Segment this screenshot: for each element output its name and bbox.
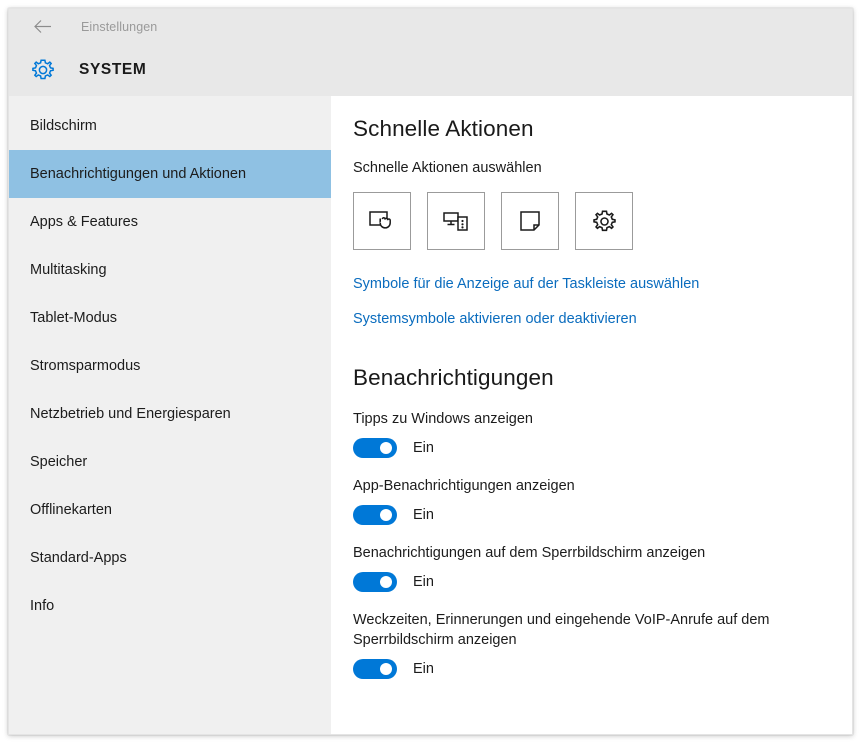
content-pane: Schnelle Aktionen Schnelle Aktionen ausw… [331, 96, 852, 734]
link-taskbar-icons[interactable]: Symbole für die Anzeige auf der Taskleis… [353, 276, 699, 292]
quick-action-tile-tablet-mode[interactable] [353, 192, 411, 250]
sidebar-item-label: Bildschirm [30, 118, 97, 134]
sidebar-item-netzbetrieb-und-energiesparen[interactable]: Netzbetrieb und Energiesparen [9, 390, 331, 438]
setting-label: Benachrichtigungen auf dem Sperrbildschi… [353, 545, 706, 561]
sidebar-item-offlinekarten[interactable]: Offlinekarten [9, 486, 331, 534]
toggle-state-label: Ein [413, 507, 434, 523]
tablet-mode-icon [367, 208, 397, 234]
toggle-app-notifications[interactable] [353, 505, 397, 525]
gear-icon [29, 56, 57, 84]
sidebar-item-apps-features[interactable]: Apps & Features [9, 198, 331, 246]
setting-alarms-reminders-voip: Weckzeiten, Erinnerungen und eingehende … [353, 610, 852, 679]
settings-window: Einstellungen SYSTEM Bildschirm Benachri… [8, 8, 853, 735]
sidebar-item-label: Standard-Apps [30, 550, 127, 566]
toggle-windows-tips[interactable] [353, 438, 397, 458]
window-body: Bildschirm Benachrichtigungen und Aktion… [9, 96, 852, 734]
toggle-knob [380, 663, 392, 675]
sidebar-item-stromsparmodus[interactable]: Stromsparmodus [9, 342, 331, 390]
sidebar-item-label: Info [30, 598, 55, 614]
toggle-lockscreen-notifications[interactable] [353, 572, 397, 592]
back-arrow-icon[interactable] [31, 16, 53, 38]
sidebar-item-bildschirm[interactable]: Bildschirm [9, 102, 331, 150]
setting-lockscreen-notifications: Benachrichtigungen auf dem Sperrbildschi… [353, 543, 852, 592]
quick-actions-heading: Schnelle Aktionen [353, 116, 534, 141]
toggle-row: Ein [353, 505, 852, 525]
notifications-heading: Benachrichtigungen [353, 365, 554, 390]
toggle-row: Ein [353, 572, 852, 592]
setting-label: Weckzeiten, Erinnerungen und eingehende … [353, 612, 770, 648]
sidebar-item-label: Speicher [30, 454, 88, 470]
sidebar-item-label: Apps & Features [30, 214, 138, 230]
toggle-row: Ein [353, 659, 852, 679]
toggle-knob [380, 442, 392, 454]
toggle-knob [380, 576, 392, 588]
page-title: SYSTEM [79, 61, 147, 78]
sidebar-item-label: Benachrichtigungen und Aktionen [30, 166, 247, 182]
quick-action-tiles [353, 192, 852, 250]
sidebar-item-benachrichtigungen-und-aktionen[interactable]: Benachrichtigungen und Aktionen [9, 150, 331, 198]
quick-actions-subtitle: Schnelle Aktionen auswählen [353, 160, 542, 176]
link-system-icons[interactable]: Systemsymbole aktivieren oder deaktivier… [353, 311, 637, 327]
setting-app-notifications: App-Benachrichtigungen anzeigen Ein [353, 476, 852, 525]
toggle-knob [380, 509, 392, 521]
sidebar-item-label: Stromsparmodus [30, 358, 141, 374]
toggle-state-label: Ein [413, 440, 434, 456]
title-bar: Einstellungen [9, 9, 852, 44]
setting-label: App-Benachrichtigungen anzeigen [353, 478, 575, 494]
sidebar-item-label: Multitasking [30, 262, 107, 278]
toggle-state-label: Ein [413, 574, 434, 590]
toggle-row: Ein [353, 438, 852, 458]
sidebar: Bildschirm Benachrichtigungen und Aktion… [9, 96, 331, 734]
sidebar-item-label: Netzbetrieb und Energiesparen [30, 406, 231, 422]
sidebar-item-multitasking[interactable]: Multitasking [9, 246, 331, 294]
sidebar-item-standard-apps[interactable]: Standard-Apps [9, 534, 331, 582]
note-icon [517, 208, 543, 234]
toggle-state-label: Ein [413, 661, 434, 677]
setting-windows-tips: Tipps zu Windows anzeigen Ein [353, 409, 852, 458]
quick-action-tile-connect-display[interactable] [427, 192, 485, 250]
sidebar-item-speicher[interactable]: Speicher [9, 438, 331, 486]
quick-action-tile-settings[interactable] [575, 192, 633, 250]
setting-label: Tipps zu Windows anzeigen [353, 411, 533, 427]
quick-action-tile-note[interactable] [501, 192, 559, 250]
toggle-alarms-reminders-voip[interactable] [353, 659, 397, 679]
connect-display-icon [441, 208, 471, 234]
sidebar-item-info[interactable]: Info [9, 582, 331, 630]
sidebar-item-tablet-modus[interactable]: Tablet-Modus [9, 294, 331, 342]
settings-gear-icon [591, 208, 618, 235]
sidebar-item-label: Offlinekarten [30, 502, 112, 518]
sidebar-item-label: Tablet-Modus [30, 310, 118, 326]
app-header: SYSTEM [9, 44, 852, 96]
titlebar-label: Einstellungen [81, 19, 158, 34]
